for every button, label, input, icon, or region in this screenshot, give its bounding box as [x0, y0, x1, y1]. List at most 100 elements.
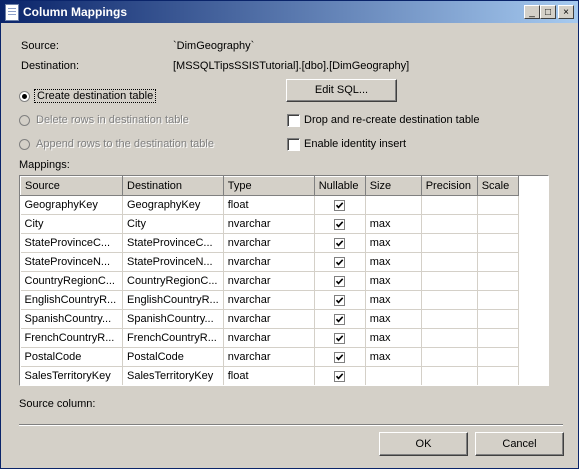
cell-type[interactable]: float: [223, 195, 315, 215]
cell-source[interactable]: PostalCode: [20, 347, 123, 367]
cell-source[interactable]: EnglishCountryR...: [20, 290, 123, 310]
nullable-checkbox[interactable]: [334, 218, 346, 230]
cell-nullable[interactable]: [314, 290, 366, 310]
identity-insert-label[interactable]: Enable identity insert: [304, 138, 406, 150]
cell-source[interactable]: City: [20, 214, 123, 234]
cell-type[interactable]: nvarchar: [223, 290, 315, 310]
cell-nullable[interactable]: [314, 366, 366, 385]
nullable-checkbox[interactable]: [334, 351, 346, 363]
cell-destination[interactable]: SpanishCountry...: [122, 309, 224, 329]
table-row[interactable]: GeographyKey GeographyKey float: [20, 195, 519, 215]
cell-size[interactable]: max: [365, 233, 422, 253]
cell-type[interactable]: nvarchar: [223, 233, 315, 253]
cell-precision[interactable]: [421, 252, 478, 272]
column-header-type[interactable]: Type: [222, 176, 315, 196]
cell-scale[interactable]: [477, 195, 519, 215]
table-row[interactable]: StateProvinceC... StateProvinceC... nvarch…: [20, 233, 519, 253]
cell-nullable[interactable]: [314, 328, 366, 348]
cell-destination[interactable]: GeographyKey: [122, 195, 224, 215]
minimize-button[interactable]: _: [524, 5, 540, 19]
cell-nullable[interactable]: [314, 309, 366, 329]
column-header-scale[interactable]: Scale: [476, 176, 519, 196]
nullable-checkbox[interactable]: [334, 294, 346, 306]
identity-insert-checkbox[interactable]: [287, 138, 300, 151]
cell-source[interactable]: SpanishCountry...: [20, 309, 123, 329]
cell-nullable[interactable]: [314, 347, 366, 367]
drop-recreate-label[interactable]: Drop and re-create destination table: [304, 114, 480, 126]
cell-scale[interactable]: [477, 252, 519, 272]
nullable-checkbox[interactable]: [334, 332, 346, 344]
column-header-nullable[interactable]: Nullable: [313, 176, 366, 196]
cell-nullable[interactable]: [314, 214, 366, 234]
cell-destination[interactable]: FrenchCountryR...: [122, 328, 224, 348]
table-row[interactable]: City City nvarchar max: [20, 214, 519, 234]
cell-scale[interactable]: [477, 366, 519, 385]
table-row[interactable]: SalesTerritoryKey SalesTerritoryKey float: [20, 366, 519, 385]
cell-nullable[interactable]: [314, 271, 366, 291]
cell-precision[interactable]: [421, 366, 478, 385]
cell-scale[interactable]: [477, 309, 519, 329]
cell-size[interactable]: max: [365, 214, 422, 234]
table-row[interactable]: SpanishCountry... SpanishCountry... nvarch…: [20, 309, 519, 329]
cell-size[interactable]: max: [365, 309, 422, 329]
mappings-grid[interactable]: Source Destination Type Nullable Size Precisi…: [19, 175, 549, 386]
title-bar[interactable]: Column Mappings _ □ ×: [1, 1, 578, 23]
cell-source[interactable]: SalesTerritoryKey: [20, 366, 123, 385]
cell-size[interactable]: [365, 366, 422, 385]
nullable-checkbox[interactable]: [334, 237, 346, 249]
nullable-checkbox[interactable]: [334, 199, 346, 211]
cell-type[interactable]: nvarchar: [223, 271, 315, 291]
cell-destination[interactable]: StateProvinceC...: [122, 233, 224, 253]
cell-size[interactable]: max: [365, 328, 422, 348]
close-button[interactable]: ×: [558, 5, 574, 19]
nullable-checkbox[interactable]: [334, 370, 346, 382]
ok-button[interactable]: OK: [379, 432, 468, 456]
cell-precision[interactable]: [421, 214, 478, 234]
cell-size[interactable]: max: [365, 271, 422, 291]
cell-type[interactable]: nvarchar: [223, 252, 315, 272]
cell-precision[interactable]: [421, 290, 478, 310]
cell-nullable[interactable]: [314, 252, 366, 272]
cell-type[interactable]: nvarchar: [223, 328, 315, 348]
cell-precision[interactable]: [421, 271, 478, 291]
column-header-precision[interactable]: Precision: [420, 176, 478, 196]
column-header-size[interactable]: Size: [364, 176, 422, 196]
cell-type[interactable]: nvarchar: [223, 347, 315, 367]
cell-scale[interactable]: [477, 347, 519, 367]
nullable-checkbox[interactable]: [334, 275, 346, 287]
cell-precision[interactable]: [421, 195, 478, 215]
create-table-radio[interactable]: [19, 91, 30, 102]
cell-precision[interactable]: [421, 309, 478, 329]
cell-type[interactable]: nvarchar: [223, 309, 315, 329]
edit-sql-button[interactable]: Edit SQL...: [286, 79, 397, 102]
cell-size[interactable]: [365, 195, 422, 215]
cell-scale[interactable]: [477, 290, 519, 310]
cell-nullable[interactable]: [314, 233, 366, 253]
cell-precision[interactable]: [421, 328, 478, 348]
cell-size[interactable]: max: [365, 290, 422, 310]
cell-type[interactable]: nvarchar: [223, 214, 315, 234]
cell-destination[interactable]: PostalCode: [122, 347, 224, 367]
cell-scale[interactable]: [477, 328, 519, 348]
table-row[interactable]: StateProvinceN... StateProvinceN... nvarch…: [20, 252, 519, 272]
cell-size[interactable]: max: [365, 252, 422, 272]
cell-size[interactable]: max: [365, 347, 422, 367]
cell-source[interactable]: FrenchCountryR...: [20, 328, 123, 348]
table-row[interactable]: EnglishCountryR... EnglishCountryR... nvar…: [20, 290, 519, 310]
drop-recreate-checkbox[interactable]: [287, 114, 300, 127]
cell-source[interactable]: GeographyKey: [20, 195, 123, 215]
cell-nullable[interactable]: [314, 195, 366, 215]
cancel-button[interactable]: Cancel: [475, 432, 564, 456]
table-row[interactable]: CountryRegionC... CountryRegionC... nvarch…: [20, 271, 519, 291]
cell-destination[interactable]: StateProvinceN...: [122, 252, 224, 272]
cell-scale[interactable]: [477, 271, 519, 291]
column-header-destination[interactable]: Destination: [122, 176, 224, 196]
cell-scale[interactable]: [477, 214, 519, 234]
table-row[interactable]: FrenchCountryR... FrenchCountryR... nvarch…: [20, 328, 519, 348]
cell-source[interactable]: StateProvinceN...: [20, 252, 123, 272]
nullable-checkbox[interactable]: [334, 313, 346, 325]
cell-type[interactable]: float: [223, 366, 315, 385]
create-table-option[interactable]: Create destination table: [34, 89, 157, 103]
cell-destination[interactable]: CountryRegionC...: [122, 271, 224, 291]
cell-destination[interactable]: City: [122, 214, 224, 234]
